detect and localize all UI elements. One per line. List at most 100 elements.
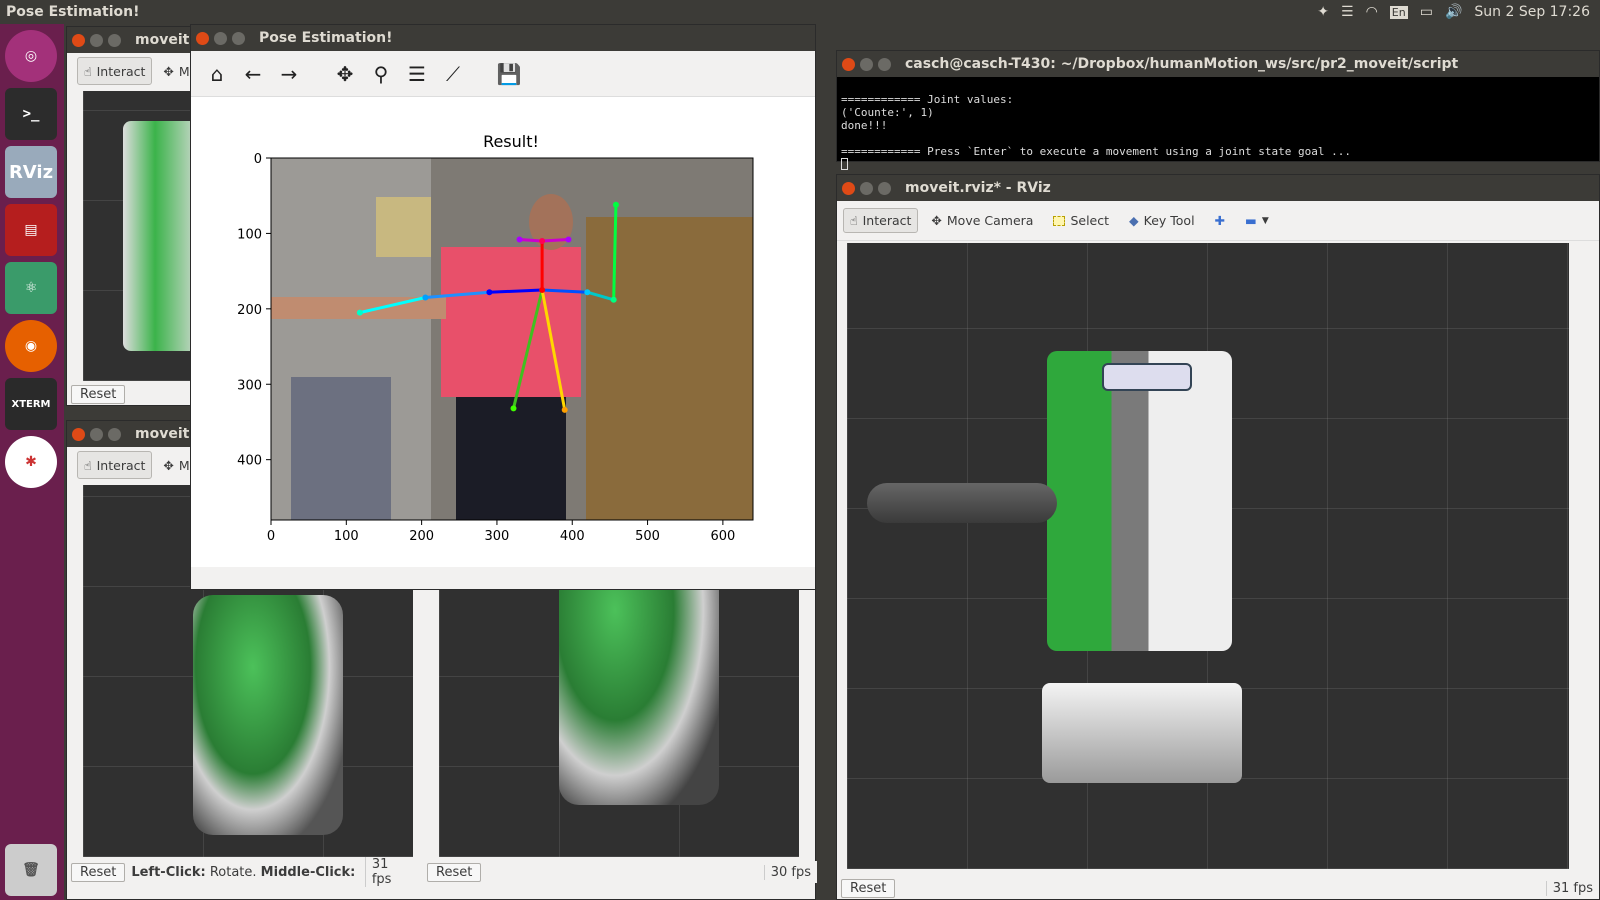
active-app-title: Pose Estimation! bbox=[6, 4, 140, 20]
maximize-button[interactable] bbox=[108, 33, 121, 47]
top-panel: Pose Estimation! ✦ ☰ ◠ En ▭ 🔊 Sun 2 Sep … bbox=[0, 0, 1600, 24]
terminal-line: ============ Press `Enter` to execute a … bbox=[841, 145, 1351, 158]
window-title: casch@casch-T430: ~/Dropbox/humanMotion_… bbox=[905, 56, 1459, 72]
mouse-hint: Left-Click: Rotate. Middle-Click: M bbox=[131, 864, 356, 880]
home-icon[interactable]: ⌂ bbox=[199, 59, 235, 89]
minimize-button[interactable] bbox=[90, 33, 103, 47]
forward-icon[interactable]: → bbox=[271, 59, 307, 89]
terminal-line: ('Counte:', 1) bbox=[841, 106, 934, 119]
rviz-icon[interactable]: RViz bbox=[5, 146, 57, 198]
x-tick-label: 500 bbox=[635, 529, 660, 544]
close-button[interactable] bbox=[196, 31, 209, 45]
reset-button[interactable]: Reset bbox=[71, 862, 126, 882]
interact-tool[interactable]: ☝ Interact bbox=[77, 451, 153, 479]
y-axis: 0 100 200 300 400 bbox=[237, 152, 271, 469]
configure-icon[interactable]: ☰ bbox=[399, 59, 435, 89]
result-plot[interactable]: Result! 0 100 200 300 400 500 600 0 100 200 300 40… bbox=[191, 97, 817, 567]
interact-tool[interactable]: ☝ Interact bbox=[843, 208, 919, 233]
atom-icon[interactable]: ⚛ bbox=[5, 262, 57, 314]
close-button[interactable] bbox=[842, 181, 855, 195]
minimize-button[interactable] bbox=[90, 427, 103, 441]
chevron-down-icon: ▼ bbox=[1261, 215, 1269, 226]
maximize-button[interactable] bbox=[878, 57, 891, 71]
presentation-icon[interactable]: ▤ bbox=[5, 204, 57, 256]
3d-viewport[interactable] bbox=[847, 243, 1569, 869]
save-icon[interactable]: 💾 bbox=[491, 59, 527, 89]
robot-left-arm bbox=[867, 483, 1057, 523]
fps-label: 31 fps bbox=[1545, 880, 1599, 896]
remove-tool-button[interactable]: ▬ ▼ bbox=[1238, 208, 1276, 233]
keypoint bbox=[486, 289, 493, 296]
y-tick-label: 400 bbox=[237, 454, 262, 469]
close-button[interactable] bbox=[72, 427, 85, 441]
volume-icon[interactable]: 🔊 bbox=[1445, 4, 1462, 20]
back-icon[interactable]: ← bbox=[235, 59, 271, 89]
close-button[interactable] bbox=[72, 33, 85, 47]
y-tick-label: 0 bbox=[254, 152, 262, 167]
add-tool-button[interactable]: ✚ bbox=[1208, 208, 1232, 233]
terminal-window: casch@casch-T430: ~/Dropbox/humanMotion_… bbox=[836, 50, 1600, 170]
maximize-button[interactable] bbox=[878, 181, 891, 195]
reset-button[interactable]: Reset bbox=[841, 878, 896, 898]
x-tick-label: 0 bbox=[267, 529, 275, 544]
chart-title: Result! bbox=[483, 132, 539, 151]
move-camera-tool[interactable]: ✥ Move Camera bbox=[924, 208, 1040, 233]
trash-icon[interactable]: 🗑 bbox=[5, 844, 57, 896]
window-title: moveit. bbox=[135, 32, 195, 48]
battery-icon[interactable]: ▭ bbox=[1420, 4, 1433, 20]
ubuntu-icon[interactable]: ◎ bbox=[5, 30, 57, 82]
keyboard-layout[interactable]: En bbox=[1389, 5, 1408, 19]
minimize-button[interactable] bbox=[214, 31, 227, 45]
firefox-icon[interactable]: ◉ bbox=[5, 320, 57, 372]
move-camera-icon: ✥ bbox=[931, 213, 942, 228]
pan-icon[interactable]: ✥ bbox=[327, 59, 363, 89]
minimize-button[interactable] bbox=[860, 181, 873, 195]
menu-icon[interactable]: ☰ bbox=[1341, 4, 1354, 20]
pinwheel-icon[interactable]: ✱ bbox=[5, 436, 57, 488]
edit-axis-icon[interactable]: ⟋ bbox=[435, 59, 471, 89]
keypoint bbox=[539, 286, 546, 293]
wifi-icon[interactable]: ◠ bbox=[1366, 4, 1378, 20]
clock[interactable]: Sun 2 Sep 17:26 bbox=[1474, 4, 1590, 20]
window-title: moveit.rviz* - RViz bbox=[905, 180, 1051, 196]
keypoint bbox=[610, 296, 617, 303]
launcher: ◎ >_ RViz ▤ ⚛ ◉ XTERM ✱ 🗑 bbox=[0, 24, 64, 900]
x-axis: 0 100 200 300 400 500 600 bbox=[267, 520, 735, 544]
skeleton-limb bbox=[542, 237, 569, 243]
robot-model bbox=[1047, 351, 1232, 651]
system-tray: ✦ ☰ ◠ En ▭ 🔊 Sun 2 Sep 17:26 bbox=[1317, 4, 1600, 20]
reset-button[interactable]: Reset bbox=[427, 862, 482, 882]
terminal-line: done!!! bbox=[841, 119, 888, 132]
plus-icon: ✚ bbox=[1214, 213, 1226, 228]
terminal-output[interactable]: ============ Joint values: ('Counte:', 1)… bbox=[837, 77, 1599, 170]
maximize-button[interactable] bbox=[232, 31, 245, 45]
y-tick-label: 200 bbox=[237, 303, 262, 318]
cursor bbox=[841, 158, 848, 170]
window-title: Pose Estimation! bbox=[259, 30, 393, 46]
minimize-button[interactable] bbox=[860, 57, 873, 71]
move-icon: ✥ bbox=[163, 63, 174, 79]
terminal-line: ============ Joint values: bbox=[841, 93, 1014, 106]
select-icon bbox=[1053, 215, 1066, 226]
select-tool[interactable]: Select bbox=[1046, 208, 1116, 233]
close-button[interactable] bbox=[842, 57, 855, 71]
reset-button[interactable]: Reset bbox=[71, 384, 126, 404]
terminal-icon[interactable]: >_ bbox=[5, 88, 57, 140]
x-tick-label: 300 bbox=[485, 529, 510, 544]
y-tick-label: 100 bbox=[237, 227, 262, 242]
skeleton-limb bbox=[519, 237, 543, 243]
dropbox-icon[interactable]: ✦ bbox=[1317, 4, 1329, 20]
move-icon: ✥ bbox=[163, 457, 174, 473]
robot-model bbox=[193, 595, 343, 835]
window-title: moveit. bbox=[135, 426, 195, 442]
zoom-icon[interactable]: ⚲ bbox=[363, 59, 399, 89]
diamond-icon: ◆ bbox=[1129, 213, 1139, 228]
key-tool[interactable]: ◆ Key Tool bbox=[1122, 208, 1202, 233]
xterm-icon[interactable]: XTERM bbox=[5, 378, 57, 430]
interact-tool[interactable]: ☝ Interact bbox=[77, 57, 153, 85]
matplotlib-toolbar: ⌂ ← → ✥ ⚲ ☰ ⟋ 💾 bbox=[191, 51, 815, 97]
maximize-button[interactable] bbox=[108, 427, 121, 441]
keypoint bbox=[584, 289, 591, 296]
hand-icon: ☝ bbox=[84, 457, 92, 473]
